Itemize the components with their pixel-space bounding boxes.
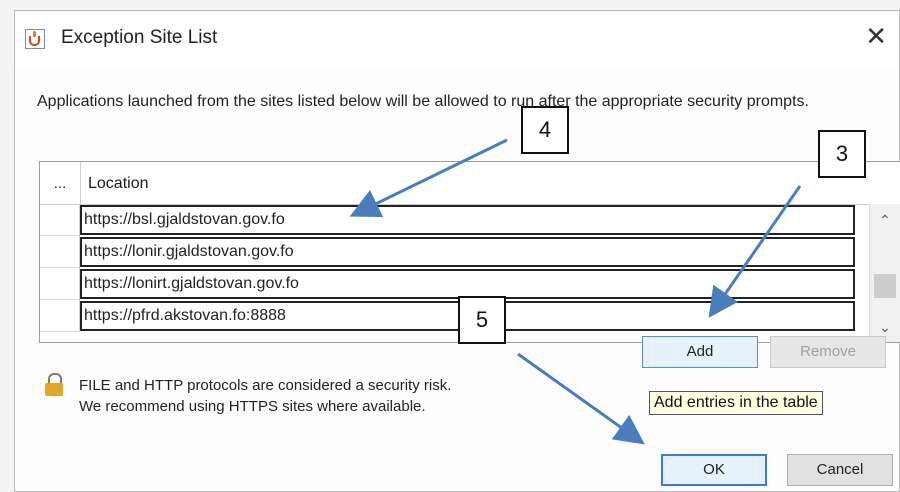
close-icon[interactable]: ✕	[865, 21, 887, 51]
row-number-cell	[40, 236, 80, 268]
vertical-scrollbar[interactable]: ⌃ ⌄	[869, 204, 900, 342]
callout-5: 5	[458, 296, 506, 344]
lock-icon	[45, 373, 65, 397]
cancel-button[interactable]: Cancel	[787, 454, 893, 486]
window-title: Exception Site List	[61, 27, 218, 48]
chevron-up-icon[interactable]: ⌃	[870, 212, 900, 229]
table-row[interactable]: https://bsl.gjaldstovan.gov.fo	[80, 205, 855, 235]
location-column-header[interactable]: Location	[88, 175, 149, 193]
exception-site-list-dialog: Exception Site List ✕ Applications launc…	[14, 10, 900, 492]
add-button[interactable]: Add	[642, 336, 758, 368]
warning-line-2: We recommend using HTTPS sites where ava…	[79, 398, 426, 415]
title-bar: Exception Site List ✕	[15, 11, 899, 69]
callout-4: 4	[521, 106, 569, 154]
security-warning: FILE and HTTP protocols are considered a…	[79, 375, 451, 417]
chevron-down-icon[interactable]: ⌄	[870, 319, 900, 336]
table-header: ... Location	[40, 162, 900, 205]
table-row[interactable]: https://lonir.gjaldstovan.gov.fo	[80, 237, 855, 267]
table-row[interactable]: https://lonirt.gjaldstovan.gov.fo	[80, 269, 855, 299]
row-number-cell	[40, 268, 80, 300]
ok-button[interactable]: OK	[661, 454, 767, 486]
row-number-cell	[40, 204, 80, 236]
java-icon	[25, 29, 45, 49]
row-marker-header: ...	[40, 162, 81, 204]
callout-3: 3	[818, 130, 866, 178]
scroll-thumb[interactable]	[874, 274, 896, 298]
description-text: Applications launched from the sites lis…	[37, 93, 809, 110]
row-number-cell	[40, 300, 80, 332]
add-tooltip: Add entries in the table	[649, 391, 823, 415]
warning-line-1: FILE and HTTP protocols are considered a…	[79, 377, 452, 394]
remove-button[interactable]: Remove	[770, 336, 886, 368]
